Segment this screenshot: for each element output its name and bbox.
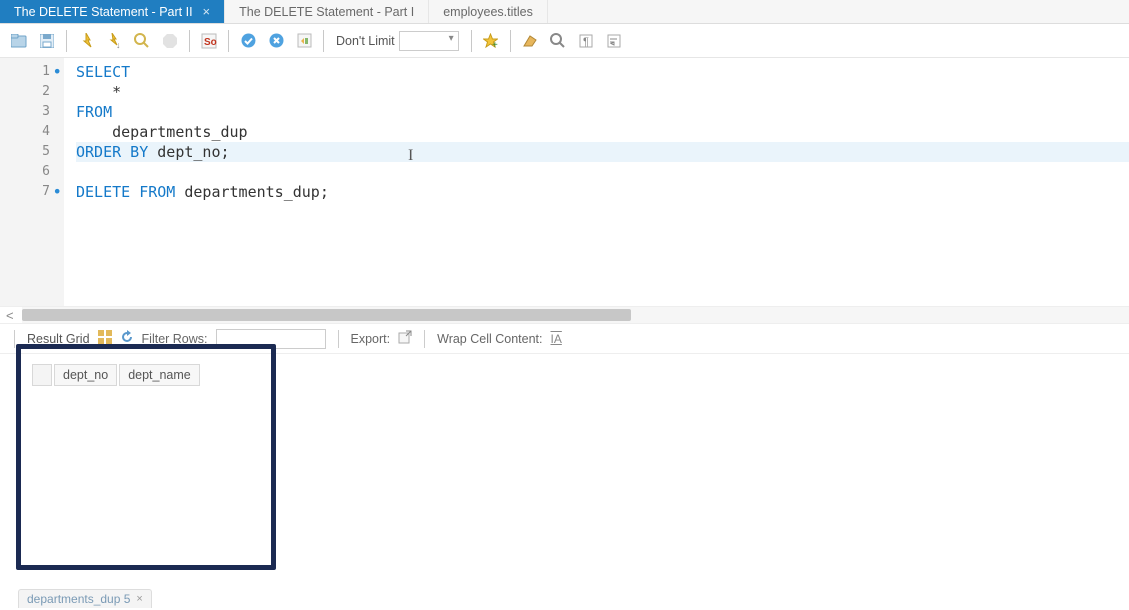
limit-label: Don't Limit [336,34,395,48]
autocommit-off-button[interactable] [263,28,289,54]
separator [66,30,67,52]
tab-label: The DELETE Statement - Part I [239,5,414,19]
close-icon[interactable]: × [136,593,142,605]
svg-text:¶: ¶ [583,36,589,48]
result-panel: dept_no dept_name departments_dup 5 × [0,354,1129,610]
code-line[interactable]: departments_dup [76,122,1129,142]
tab-label: employees.titles [443,5,533,19]
svg-text:↓: ↓ [116,40,121,49]
text-cursor-icon: I [408,147,413,165]
line-number: 2 [0,82,64,102]
result-grid[interactable]: dept_no dept_name [30,362,202,388]
find-button[interactable] [545,28,571,54]
show-invisible-button[interactable]: ¶ [573,28,599,54]
svg-text:So: So [204,37,217,48]
line-number: 5 [0,142,64,162]
stop-button[interactable] [157,28,183,54]
beautify-button[interactable] [517,28,543,54]
code-line[interactable]: SELECT [76,62,1129,82]
separator [189,30,190,52]
limit-dropdown[interactable] [399,31,459,51]
word-wrap-button[interactable] [601,28,627,54]
filter-rows-label: Filter Rows: [142,332,208,346]
save-file-button[interactable] [34,28,60,54]
toolbar: ↓ So Don't Limit + ¶ [0,24,1129,58]
horizontal-scrollbar[interactable] [22,307,1129,323]
table-header-row: dept_no dept_name [32,364,200,386]
code-line[interactable] [76,162,1129,182]
line-number: 7 [0,182,64,202]
open-file-button[interactable] [6,28,32,54]
export-label: Export: [351,332,391,346]
result-grid-label: Result Grid [27,332,90,346]
favorite-button[interactable]: + [478,28,504,54]
line-number: 3 [0,102,64,122]
execute-button[interactable] [73,28,99,54]
code-line[interactable]: * [76,82,1129,102]
tab-delete-part-1[interactable]: The DELETE Statement - Part I [225,0,429,23]
row-header-blank [32,364,52,386]
autocommit-on-button[interactable] [235,28,261,54]
column-header[interactable]: dept_name [119,364,200,386]
tab-employees-titles[interactable]: employees.titles [429,0,548,23]
sql-editor[interactable]: 1234567 SELECT *FROM departments_dupORDE… [0,58,1129,306]
code-line[interactable]: FROM [76,102,1129,122]
result-tab-label: departments_dup 5 [27,592,130,606]
separator [510,30,511,52]
line-number-gutter: 1234567 [0,58,64,306]
line-number: 4 [0,122,64,142]
refresh-icon[interactable] [120,330,134,347]
filter-rows-input[interactable] [216,329,326,349]
execute-current-button[interactable]: ↓ [101,28,127,54]
separator [228,30,229,52]
code-line[interactable]: DELETE FROM departments_dup; [76,182,1129,202]
tab-label: The DELETE Statement - Part II [14,5,193,19]
result-toolbar: Result Grid Filter Rows: Export: Wrap Ce… [0,324,1129,354]
line-number: 1 [0,62,64,82]
wrap-cell-icon[interactable]: IA [551,332,562,346]
commit-button[interactable]: So [196,28,222,54]
line-number: 6 [0,162,64,182]
close-icon[interactable]: × [203,4,211,19]
separator [323,30,324,52]
wrap-cell-label: Wrap Cell Content: [437,332,542,346]
tab-bar: The DELETE Statement - Part II × The DEL… [0,0,1129,24]
code-line[interactable]: ORDER BY dept_no; [76,142,1129,162]
toggle-output-button[interactable] [291,28,317,54]
column-header[interactable]: dept_no [54,364,117,386]
collapse-left-icon[interactable]: < [6,308,14,323]
result-tab[interactable]: departments_dup 5 × [18,589,152,608]
limit-rows-control: Don't Limit [330,31,465,51]
export-icon[interactable] [398,330,412,347]
tab-delete-part-2[interactable]: The DELETE Statement - Part II × [0,0,225,23]
scrollbar-thumb[interactable] [22,309,631,321]
code-content[interactable]: SELECT *FROM departments_dupORDER BY dep… [64,58,1129,306]
grid-view-icon[interactable] [98,330,112,347]
separator [471,30,472,52]
explain-button[interactable] [129,28,155,54]
editor-footer: < [0,306,1129,324]
svg-text:+: + [492,40,498,48]
